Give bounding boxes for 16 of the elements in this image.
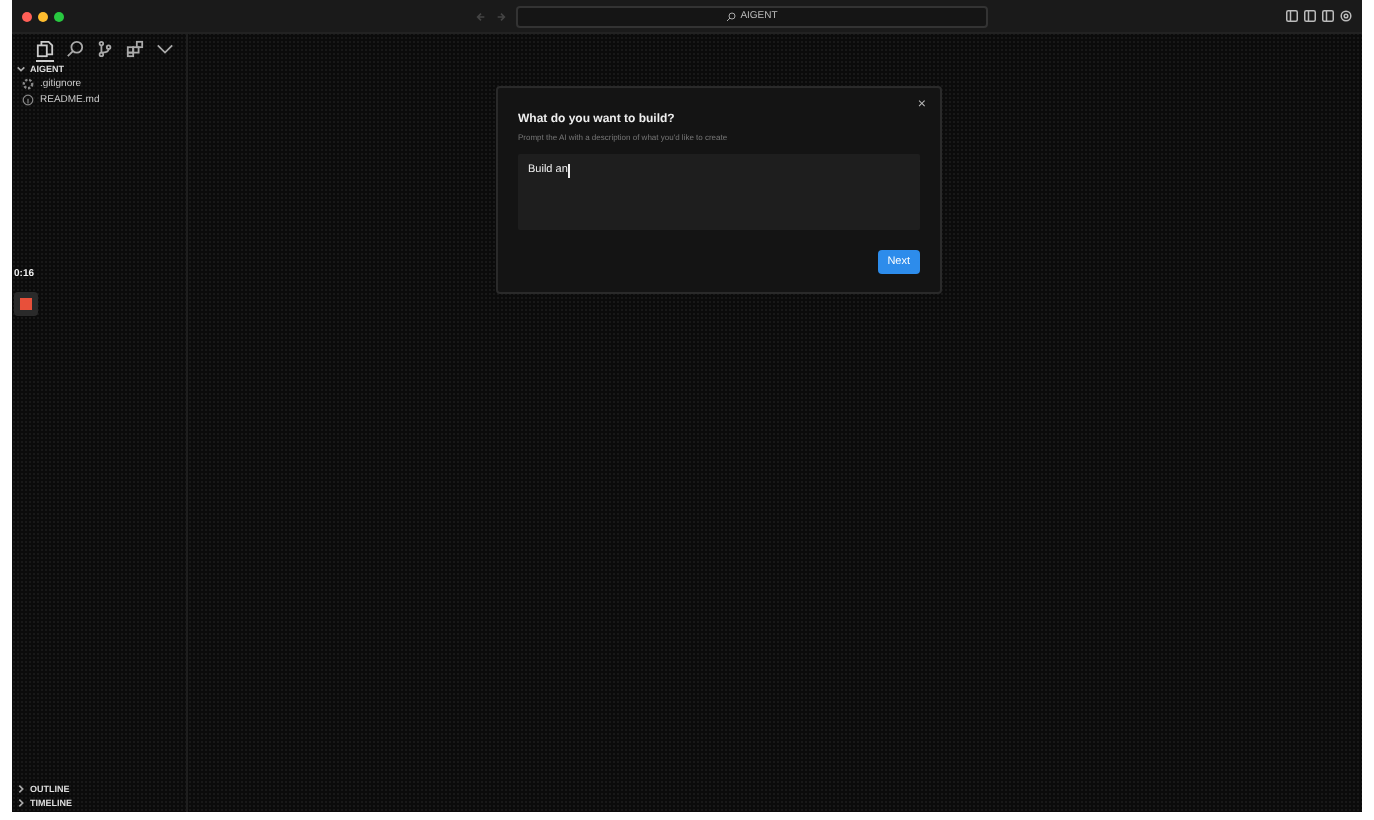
branch-icon[interactable] [96,40,114,58]
gear-icon [22,78,34,90]
zoom-light[interactable] [54,11,64,21]
search-icon[interactable] [66,40,84,58]
minimize-light[interactable] [38,11,48,21]
close-light[interactable] [22,11,32,21]
info-icon [22,94,34,106]
sidebar-toggle-icon[interactable] [1286,10,1298,22]
chevron-icon [16,64,26,74]
stop-button[interactable] [14,292,38,316]
extensions-icon[interactable] [126,40,144,58]
panel-toggle-icon[interactable] [1304,10,1316,22]
search-icon [726,11,737,21]
chevron-icon[interactable] [156,40,174,58]
settings-icon[interactable] [1340,10,1352,22]
files-icon[interactable] [36,40,54,58]
